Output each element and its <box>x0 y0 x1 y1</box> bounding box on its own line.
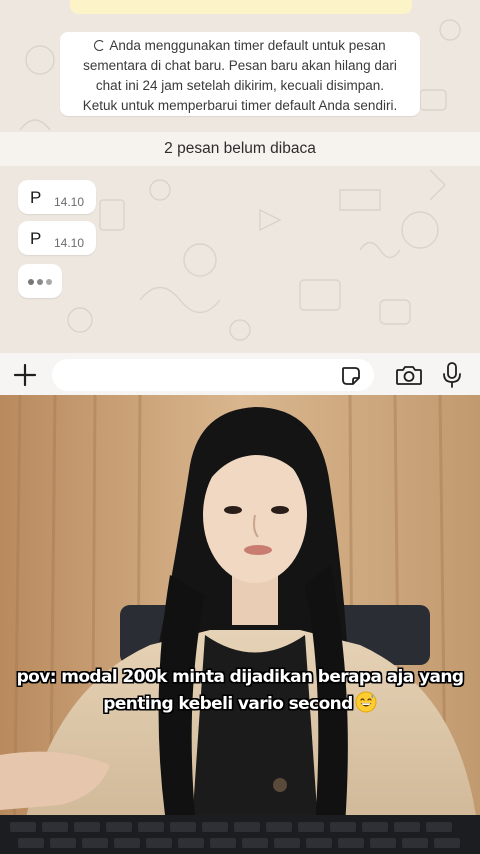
notice-line-1: Anda menggunakan timer default untuk pes… <box>60 36 420 56</box>
camera-icon[interactable] <box>395 363 423 387</box>
video-scene <box>0 395 480 854</box>
plus-icon[interactable] <box>12 362 38 388</box>
disappearing-messages-notice[interactable]: Anda menggunakan timer default untuk pes… <box>60 32 420 116</box>
video-frame[interactable] <box>0 395 480 854</box>
screen: selengkapnya Anda menggunakan timer defa… <box>0 0 480 854</box>
caption-line-2: penting kebeli vario second <box>0 691 480 718</box>
message-input-bar <box>0 353 480 395</box>
chat-area[interactable]: selengkapnya Anda menggunakan timer defa… <box>0 0 480 395</box>
typing-dot <box>46 279 52 285</box>
mic-icon[interactable] <box>442 361 462 389</box>
message-time: 14.10 <box>54 195 85 209</box>
caption-line-1: pov: modal 200k minta dijadikan berapa a… <box>16 667 464 687</box>
typing-dot <box>37 279 43 285</box>
video-caption: pov: modal 200k minta dijadikan berapa a… <box>0 664 480 718</box>
notice-line-3: chat ini 24 jam setelah dikirim, kecuali… <box>95 78 385 93</box>
notice-line-4: Ketuk untuk memperbarui timer default An… <box>82 98 398 113</box>
incoming-message[interactable]: P 14.10 <box>18 180 96 214</box>
typing-indicator <box>18 264 62 298</box>
message-input[interactable] <box>52 359 374 391</box>
message-time: 14.10 <box>54 236 85 250</box>
grinning-sweat-emoji <box>355 691 377 713</box>
read-more-banner[interactable]: selengkapnya <box>70 0 412 14</box>
typing-dot <box>28 279 34 285</box>
message-text: P <box>30 229 42 248</box>
notice-line-2: sementara di chat baru. Pesan baru akan … <box>83 58 397 73</box>
unread-messages-divider: 2 pesan belum dibaca <box>0 132 480 166</box>
sticker-icon[interactable] <box>340 365 362 387</box>
message-text: P <box>30 188 42 207</box>
incoming-message[interactable]: P 14.10 <box>18 221 96 255</box>
timer-icon <box>94 40 106 51</box>
keyboard <box>0 815 480 854</box>
